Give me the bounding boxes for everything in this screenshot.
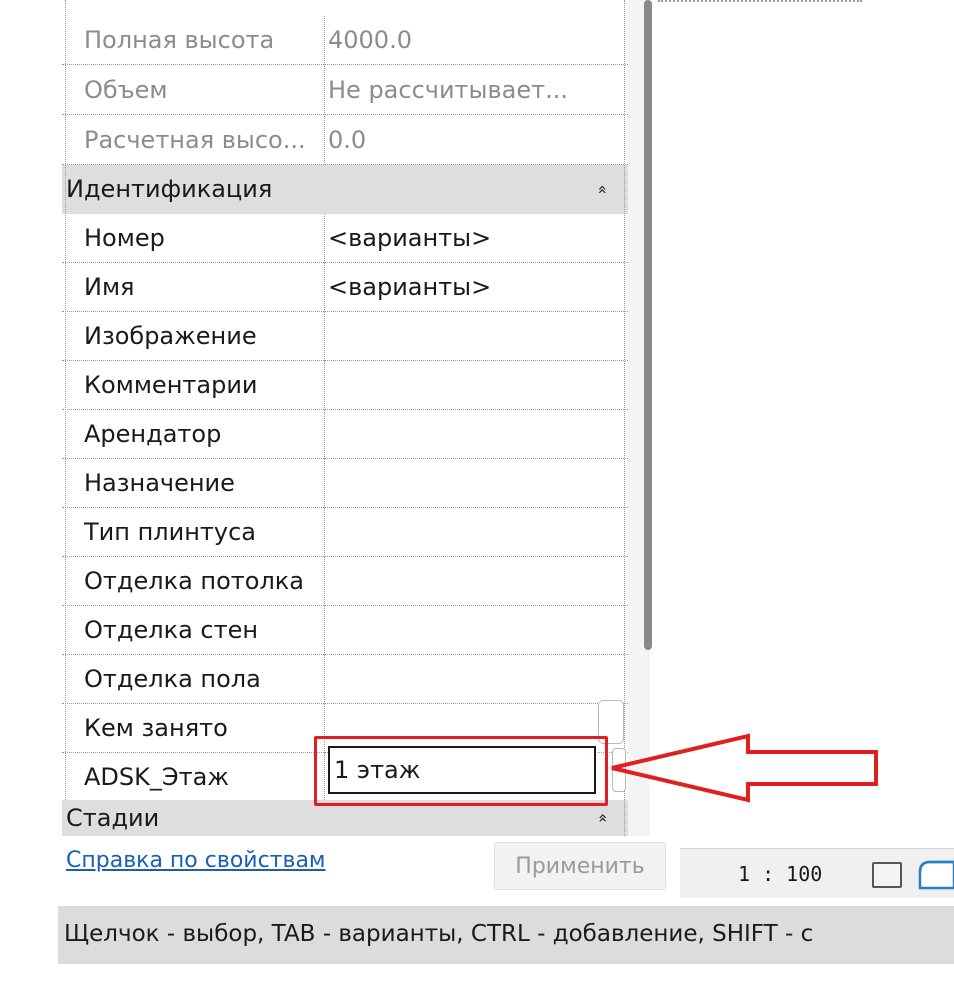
property-name: Назначение [84, 469, 235, 497]
top-divider [658, 0, 862, 4]
property-name: Отделка пола [84, 665, 261, 693]
property-help-link[interactable]: Справка по свойствам [66, 846, 326, 876]
column-divider [324, 263, 325, 312]
scrollbar-thumb[interactable] [644, 0, 652, 650]
annotation-arrow-icon [611, 733, 878, 803]
collapse-chevron-icon[interactable]: « [579, 185, 628, 195]
column-divider [324, 312, 325, 361]
visual-style-icon[interactable] [914, 858, 954, 890]
column-divider [324, 655, 325, 704]
property-name: Комментарии [84, 371, 258, 399]
column-divider [324, 508, 325, 557]
property-name: Кем занято [84, 714, 228, 742]
group-header[interactable]: Идентификация « [62, 165, 628, 214]
property-row[interactable]: Имя <варианты> [62, 263, 628, 312]
column-divider [324, 66, 325, 115]
grid-right-border [624, 0, 625, 836]
column-divider [324, 361, 325, 410]
column-divider [324, 116, 325, 165]
property-name: Арендатор [84, 420, 222, 448]
property-row[interactable]: Отделка потолка [62, 557, 628, 606]
property-row[interactable]: Номер <варианты> [62, 214, 628, 263]
property-row[interactable]: Назначение [62, 459, 628, 508]
property-name: Номер [84, 224, 165, 252]
property-row[interactable]: Объем Не рассчитывает... [62, 66, 628, 115]
property-row[interactable]: Комментарии [62, 361, 628, 410]
property-name: Тип плинтуса [84, 518, 256, 546]
group-header-label: Идентификация [66, 175, 273, 203]
property-name: Расчетная высо... [84, 126, 306, 154]
property-name: ADSK_Этаж [84, 763, 229, 791]
property-row[interactable]: Отделка стен [62, 606, 628, 655]
column-divider [324, 16, 325, 65]
column-divider [324, 459, 325, 508]
column-divider [324, 557, 325, 606]
detail-level-icon[interactable] [872, 862, 902, 888]
status-bar-text: Щелчок - выбор, TAB - варианты, CTRL - д… [64, 921, 814, 947]
property-row[interactable]: Полная высота 4000.0 [62, 16, 628, 65]
column-divider [324, 606, 325, 655]
column-divider [324, 214, 325, 263]
property-row[interactable]: Изображение [62, 312, 628, 361]
property-name: Изображение [84, 322, 257, 350]
view-scale-label[interactable]: 1 : 100 [738, 862, 822, 886]
property-value[interactable]: <варианты> [328, 263, 491, 312]
collapse-chevron-icon[interactable]: « [585, 813, 621, 823]
column-divider [324, 410, 325, 459]
annotation-highlight-box [314, 736, 608, 806]
properties-grid: Полная высота 4000.0 Объем Не рассчитывает.… [62, 0, 628, 836]
property-name: Имя [84, 273, 135, 301]
property-name: Полная высота [84, 26, 275, 54]
property-name: Отделка стен [84, 616, 259, 644]
property-row[interactable]: Тип плинтуса [62, 508, 628, 557]
property-row[interactable]: Арендатор [62, 410, 628, 459]
apply-button[interactable]: Применить [494, 842, 666, 890]
group-header-label: Стадии [66, 804, 160, 832]
property-value: 4000.0 [328, 26, 412, 54]
grid-left-border [65, 0, 66, 800]
property-row[interactable]: Расчетная высо... 0.0 [62, 116, 628, 165]
property-value: 0.0 [328, 126, 367, 154]
property-name: Отделка потолка [84, 567, 304, 595]
property-value[interactable]: <варианты> [328, 214, 491, 263]
property-value: Не рассчитывает... [328, 76, 568, 104]
property-row[interactable]: Отделка пола [62, 655, 628, 704]
property-name: Объем [84, 76, 168, 104]
